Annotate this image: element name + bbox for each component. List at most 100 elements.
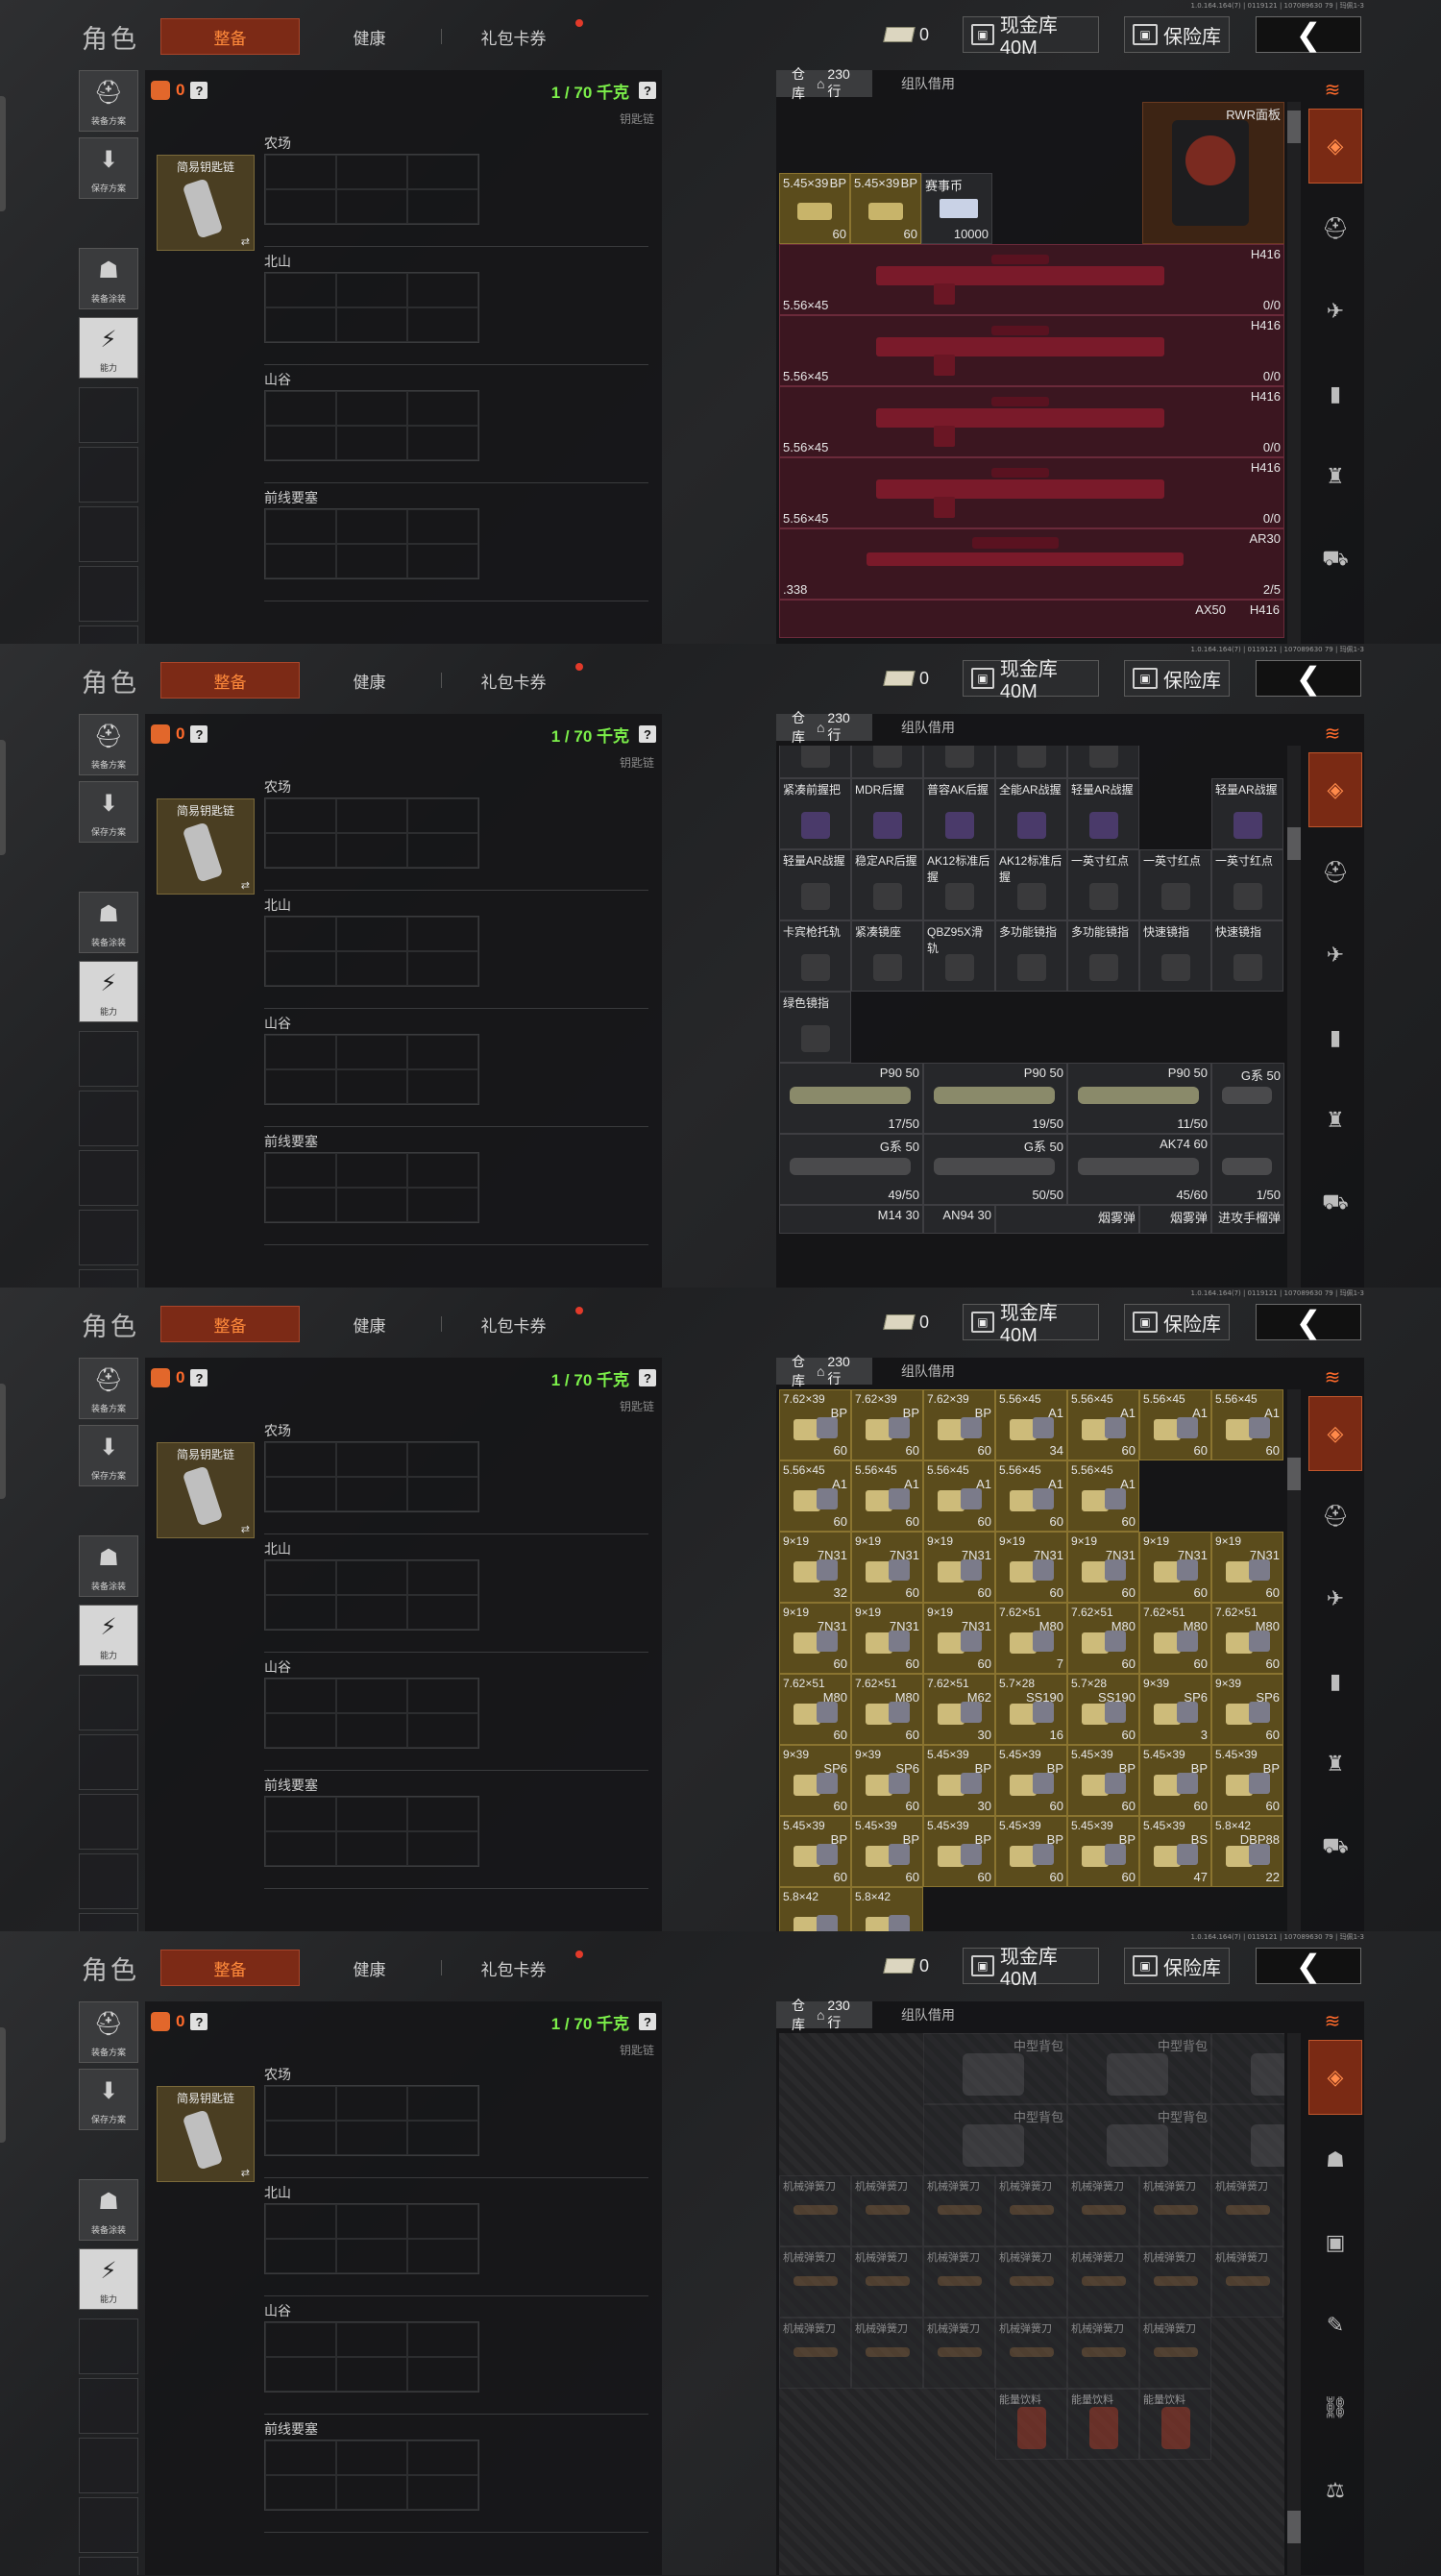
key-cell[interactable] bbox=[265, 155, 336, 189]
key-cell[interactable] bbox=[265, 1153, 336, 1188]
backpack-item[interactable]: 中型背包 bbox=[1211, 2033, 1284, 2104]
key-cell[interactable] bbox=[336, 155, 407, 189]
skin-button[interactable]: ☗ 装备涂装 bbox=[79, 2179, 138, 2241]
tab-equip[interactable]: 整备 bbox=[160, 1950, 300, 1986]
key-cell[interactable] bbox=[407, 2475, 478, 2510]
key-cell[interactable] bbox=[336, 1595, 407, 1630]
key-cell[interactable] bbox=[336, 2357, 407, 2392]
knife-item[interactable]: 机械弹簧刀 bbox=[1211, 2175, 1283, 2246]
key-cell[interactable] bbox=[336, 951, 407, 986]
keychain-slot[interactable]: 简易钥匙链 ⇄ bbox=[157, 798, 255, 895]
attachment-item[interactable]: 轻量AR战握 bbox=[1067, 778, 1139, 849]
loadout-plan-button[interactable]: ⛑ 装备方案 bbox=[79, 70, 138, 132]
help-icon[interactable]: ? bbox=[190, 1369, 208, 1386]
key-cell[interactable] bbox=[336, 833, 407, 868]
ammo-item[interactable]: 5.45×39 BP 60 bbox=[1139, 1745, 1211, 1816]
ammo-item[interactable]: 7.62×51 M80 60 bbox=[779, 1674, 851, 1745]
category-armor-icon[interactable]: ♜ bbox=[1308, 439, 1362, 514]
currency-item[interactable]: 赛事币 10000 bbox=[921, 173, 992, 244]
tab-health[interactable]: 健康 bbox=[300, 1950, 439, 1986]
ammo-item[interactable]: 5.7×28 SS190 16 bbox=[995, 1674, 1067, 1745]
bottom-row-item[interactable]: 进攻手榴弹 bbox=[1211, 1205, 1284, 1234]
key-grid[interactable] bbox=[264, 1796, 479, 1867]
magazine-item[interactable]: P90 50 17/50 bbox=[779, 1063, 923, 1134]
ammo-item[interactable]: 9×39 SP6 60 bbox=[779, 1745, 851, 1816]
category-tool-icon[interactable]: ✎ bbox=[1308, 2288, 1362, 2363]
key-cell[interactable] bbox=[407, 1477, 478, 1511]
backpack-item[interactable]: 中型背包 bbox=[923, 2104, 1067, 2175]
category-misc-icon[interactable]: ⛟ bbox=[1308, 1165, 1362, 1240]
ammo-item[interactable]: 7.62×39 BP 60 bbox=[779, 1389, 851, 1460]
category-all-icon[interactable]: ◈ bbox=[1308, 1396, 1362, 1471]
ammo-item[interactable]: 7.62×51 M80 7 bbox=[995, 1603, 1067, 1674]
ammo-item[interactable]: 9×19 7N31 32 bbox=[779, 1532, 851, 1603]
weight-help-icon[interactable]: ? bbox=[639, 725, 656, 743]
knife-item[interactable]: 机械弹簧刀 bbox=[923, 2246, 995, 2318]
knife-item[interactable]: 机械弹簧刀 bbox=[779, 2175, 851, 2246]
skin-button[interactable]: ☗ 装备涂装 bbox=[79, 892, 138, 953]
key-cell[interactable] bbox=[265, 189, 336, 224]
backpack-item[interactable]: 中型背包 bbox=[1067, 2033, 1211, 2104]
weapon-item-h416[interactable]: H416 5.56×45 0/0 bbox=[779, 244, 1284, 315]
key-grid[interactable] bbox=[264, 390, 479, 461]
key-cell[interactable] bbox=[407, 307, 478, 342]
key-grid[interactable] bbox=[264, 2440, 479, 2511]
back-button[interactable]: ❮ bbox=[1256, 660, 1361, 697]
key-cell[interactable] bbox=[336, 2475, 407, 2510]
key-cell[interactable] bbox=[265, 307, 336, 342]
ammo-item[interactable]: 9×19 7N31 60 bbox=[779, 1603, 851, 1674]
category-misc-icon[interactable]: ⛟ bbox=[1308, 1809, 1362, 1884]
ammo-item[interactable]: 5.56×45 A1 60 bbox=[995, 1460, 1067, 1532]
key-cell[interactable] bbox=[265, 391, 336, 426]
key-cell[interactable] bbox=[407, 1560, 478, 1595]
key-cell[interactable] bbox=[407, 2322, 478, 2357]
scrollbar-thumb[interactable] bbox=[1287, 1458, 1301, 1490]
drink-item[interactable]: 能量饮料 bbox=[1139, 2389, 1211, 2460]
category-box-icon[interactable]: ▣ bbox=[1308, 2205, 1362, 2280]
help-icon[interactable]: ? bbox=[190, 82, 208, 99]
attachment-item[interactable]: 卡宾枪托轨 bbox=[779, 920, 851, 992]
category-all-icon[interactable]: ◈ bbox=[1308, 2040, 1362, 2115]
attachment-item[interactable]: 轻量AR战握 bbox=[1211, 778, 1283, 849]
key-cell[interactable] bbox=[336, 2322, 407, 2357]
attachment-item[interactable]: 轻便前握把 bbox=[851, 746, 923, 778]
key-cell[interactable] bbox=[336, 509, 407, 544]
ability-button[interactable]: ⚡ 能力 bbox=[79, 2248, 138, 2310]
ammo-item[interactable]: 5.45×39 BP 60 bbox=[923, 1816, 995, 1887]
key-cell[interactable] bbox=[407, 1797, 478, 1831]
key-cell[interactable] bbox=[336, 798, 407, 833]
ammo-item[interactable]: 9×39 SP6 3 bbox=[1139, 1674, 1211, 1745]
tab-team-borrow[interactable]: 组队借用 bbox=[872, 714, 970, 741]
key-cell[interactable] bbox=[407, 2357, 478, 2392]
ammo-item[interactable]: 5.45×39 BP 60 bbox=[851, 1816, 923, 1887]
bottom-row-item[interactable]: 烟雾弹 bbox=[995, 1205, 1139, 1234]
key-cell[interactable] bbox=[407, 1713, 478, 1748]
key-grid[interactable] bbox=[264, 1559, 479, 1631]
keychain-slot[interactable]: 简易钥匙链 ⇄ bbox=[157, 155, 255, 251]
key-grid[interactable] bbox=[264, 508, 479, 579]
knife-item[interactable]: 机械弹簧刀 bbox=[1067, 2318, 1139, 2389]
knife-item[interactable]: 机械弹簧刀 bbox=[779, 2318, 851, 2389]
key-cell[interactable] bbox=[265, 1831, 336, 1866]
key-cell[interactable] bbox=[265, 1713, 336, 1748]
key-cell[interactable] bbox=[265, 833, 336, 868]
sort-stack-icon[interactable]: ≋ bbox=[1318, 78, 1347, 101]
category-mag-icon[interactable]: ▮ bbox=[1308, 1644, 1362, 1719]
attachment-item[interactable]: 多功能镜指 bbox=[995, 920, 1067, 992]
key-cell[interactable] bbox=[265, 2475, 336, 2510]
category-armor-icon[interactable]: ♜ bbox=[1308, 1727, 1362, 1802]
cash-vault-button[interactable]: ▣ 现金库 40M bbox=[963, 15, 1099, 59]
ammo-item[interactable]: 5.45×39 BP 60 bbox=[995, 1816, 1067, 1887]
ammo-item[interactable]: 5.45×39 BP 60 bbox=[779, 1816, 851, 1887]
magazine-item[interactable]: G系 50 bbox=[1211, 1063, 1284, 1134]
key-cell[interactable] bbox=[407, 2086, 478, 2121]
save-plan-button[interactable]: ⬇ 保存方案 bbox=[79, 781, 138, 843]
attachment-item[interactable]: 紧凑镜座 bbox=[851, 920, 923, 992]
key-cell[interactable] bbox=[265, 1442, 336, 1477]
tab-stash[interactable]: 仓库 ⌂ 230行 bbox=[776, 1998, 872, 2032]
attachment-item[interactable]: 多功能镜指 bbox=[1067, 920, 1139, 992]
key-grid[interactable] bbox=[264, 797, 479, 869]
magazine-item[interactable]: 1/50 bbox=[1211, 1134, 1284, 1205]
key-cell[interactable] bbox=[336, 1831, 407, 1866]
key-cell[interactable] bbox=[407, 1831, 478, 1866]
